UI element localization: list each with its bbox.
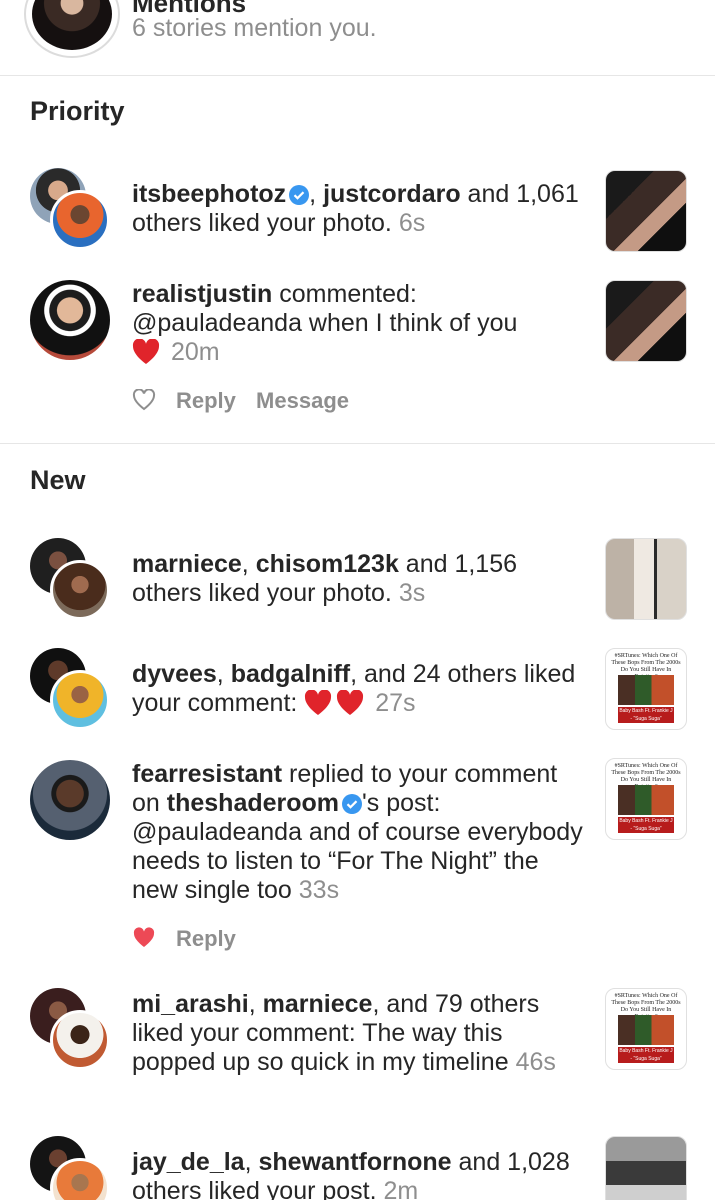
avatar-stack[interactable] (30, 1136, 112, 1200)
post-thumbnail[interactable] (605, 280, 687, 362)
username[interactable]: justcordaro (323, 180, 461, 208)
username[interactable]: marniece (132, 550, 242, 578)
post-thumbnail[interactable]: #SRTunes: Which One Of These Bops From T… (605, 988, 687, 1070)
timestamp: 20m (170, 338, 220, 366)
mentions-row[interactable]: Mentions 6 stories mention you. (0, 0, 715, 75)
username[interactable]: mi_arashi (132, 990, 249, 1018)
username[interactable]: badgalniff (231, 660, 350, 688)
avatar-stack[interactable] (30, 538, 112, 620)
username[interactable]: fearresistant (132, 760, 282, 788)
avatar-stack[interactable] (30, 988, 112, 1070)
mentions-subtitle: 6 stories mention you. (132, 14, 377, 42)
section-title-priority: Priority (30, 96, 125, 126)
red-heart-emoji-icon (132, 339, 160, 364)
avatar (50, 670, 110, 730)
username[interactable]: theshaderoom (167, 789, 339, 817)
username[interactable]: chisom123k (256, 550, 399, 578)
thumbnail-header: #SRTunes: Which One Of These Bops From T… (611, 653, 681, 680)
avatar (50, 560, 110, 620)
red-heart-emoji-icon (305, 690, 332, 715)
notification-text: jay_de_la, shewantfornone and 1,028 othe… (132, 1148, 587, 1200)
verified-badge-icon (342, 794, 363, 814)
username[interactable]: marniece (263, 990, 373, 1018)
username[interactable]: realistjustin (132, 280, 272, 308)
timestamp: 27s (375, 689, 416, 717)
comment-actions: Reply Message (176, 388, 363, 414)
mentions-avatar (24, 0, 120, 58)
divider (0, 443, 715, 444)
reply-button[interactable]: Reply (176, 926, 236, 951)
avatar (50, 1010, 110, 1070)
post-thumbnail[interactable] (605, 538, 687, 620)
notification-text: mi_arashi, marniece, and 79 others liked… (132, 990, 556, 1076)
avatar[interactable] (30, 760, 110, 840)
notification-text: itsbeephotoz, justcordaro and 1,061 othe… (132, 180, 579, 237)
username[interactable]: shewantfornone (259, 1148, 452, 1176)
notification-text: realistjustin commented: @pauladeanda wh… (132, 280, 518, 366)
thumbnail-caption: Baby Bash Ft. Frankie J - “Suga Suga” (618, 707, 674, 723)
username[interactable]: dyvees (132, 660, 217, 688)
timestamp: 33s (298, 876, 340, 904)
verified-badge-icon (289, 185, 310, 205)
username[interactable]: itsbeephotoz (132, 180, 286, 208)
red-heart-emoji-icon (337, 690, 364, 715)
notification-text: marniece, chisom123k and 1,156 others li… (132, 550, 518, 607)
avatar (50, 190, 110, 250)
section-title-new: New (30, 465, 86, 495)
comment-actions: Reply (176, 926, 250, 952)
like-comment-heart-icon[interactable] (132, 389, 156, 411)
avatar-stack[interactable] (30, 168, 112, 250)
timestamp: 6s (398, 209, 426, 237)
reply-button[interactable]: Reply (176, 388, 236, 413)
post-thumbnail[interactable]: #SRTunes: Which One Of These Bops From T… (605, 648, 687, 730)
post-thumbnail[interactable]: #SRTunes: Which One Of These Bops From T… (605, 758, 687, 840)
avatar[interactable] (30, 280, 110, 360)
username[interactable]: jay_de_la (132, 1148, 245, 1176)
liked-heart-icon[interactable] (132, 927, 156, 949)
timestamp: 46s (515, 1048, 556, 1076)
notification-text: dyvees, badgalniff, and 24 others liked … (132, 660, 576, 717)
message-button[interactable]: Message (256, 388, 349, 413)
timestamp: 3s (398, 579, 426, 607)
timestamp: 2m (383, 1177, 419, 1200)
post-thumbnail[interactable] (605, 170, 687, 252)
divider (0, 75, 715, 76)
avatar-stack[interactable] (30, 648, 112, 730)
post-thumbnail[interactable] (605, 1136, 687, 1200)
notification-text: fearresistant replied to your comment on… (132, 760, 583, 904)
